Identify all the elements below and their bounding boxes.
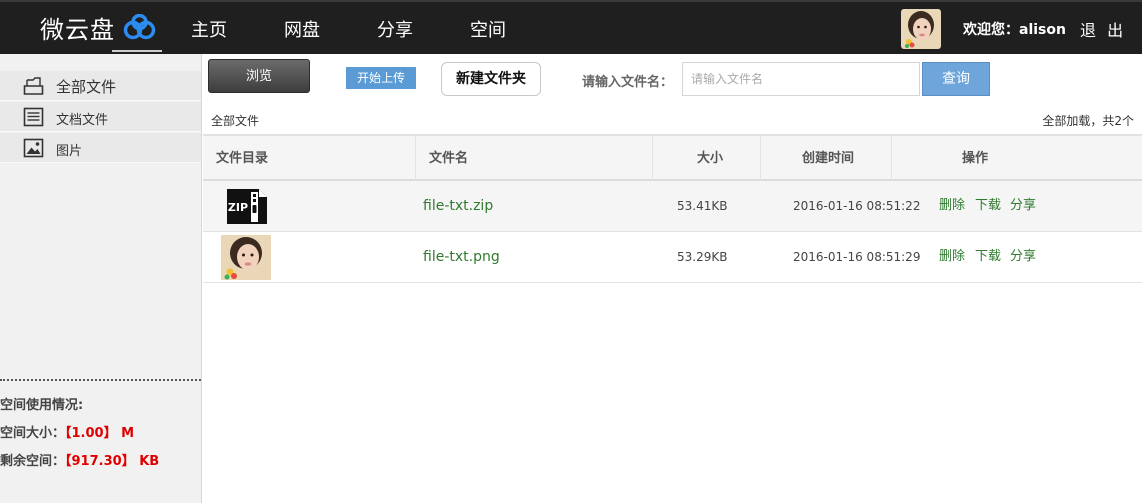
header-filename: 文件名	[416, 136, 653, 181]
welcome-text: 欢迎您：alison	[963, 22, 1066, 38]
usage-free: 剩余空间：【917.30】 KB	[0, 450, 159, 469]
usage-free-value: 【917.30】 KB	[65, 454, 160, 469]
header-size: 大小	[653, 136, 761, 181]
cloud-chain-icon	[123, 14, 156, 40]
breadcrumb-current[interactable]: 全部文件	[211, 112, 259, 129]
svg-text:ZIP: ZIP	[228, 201, 248, 214]
sidebar-item-label: 图片	[56, 144, 83, 159]
delete-link[interactable]: 删除	[939, 232, 965, 282]
nav-netdisk[interactable]: 网盘	[284, 16, 320, 42]
file-created-time: 2016-01-16 08:51:22	[793, 199, 921, 213]
file-name-link[interactable]: file-txt.zip	[423, 181, 493, 231]
nav-share[interactable]: 分享	[377, 16, 413, 42]
usage-size-value: 【1.00】 M	[65, 426, 135, 441]
file-created-time: 2016-01-16 08:51:29	[793, 250, 921, 264]
query-button[interactable]: 查询	[922, 62, 990, 96]
document-icon	[23, 107, 44, 127]
new-folder-button[interactable]: 新建文件夹	[441, 62, 541, 96]
folder-icon	[23, 77, 44, 95]
sidebar-item-all-files[interactable]: 全部文件	[0, 71, 201, 101]
start-upload-button[interactable]: 开始上传	[346, 67, 416, 89]
breadcrumb: 全部文件 全部加载，共2个	[203, 104, 1142, 134]
file-size: 53.41KB	[677, 199, 728, 213]
delete-link[interactable]: 删除	[939, 181, 965, 231]
filename-search-input[interactable]	[682, 62, 920, 96]
table-header: 文件目录 文件名 大小 创建时间 操作	[203, 134, 1142, 181]
file-count-summary: 全部加载，共2个	[1042, 114, 1134, 128]
logout-button[interactable]: 退 出	[1080, 17, 1126, 41]
header-directory: 文件目录	[203, 136, 416, 181]
nav-home[interactable]: 主页	[191, 16, 227, 42]
file-name-link[interactable]: file-txt.png	[423, 232, 500, 282]
usage-free-label: 剩余空间：	[0, 454, 66, 469]
browse-button[interactable]: 浏览	[208, 59, 310, 93]
download-link[interactable]: 下载	[975, 232, 1001, 282]
share-link[interactable]: 分享	[1010, 232, 1036, 282]
usage-title: 空间使用情况:	[0, 398, 84, 413]
sidebar-item-images[interactable]: 图片	[0, 133, 201, 163]
usage-size: 空间大小：【1.00】 M	[0, 422, 134, 441]
sidebar-item-documents[interactable]: 文档文件	[0, 102, 201, 132]
header-actions: 操作	[962, 151, 989, 166]
table-row: file-txt.png 53.29KB 2016-01-16 08:51:29…	[203, 232, 1142, 283]
usage-divider	[0, 379, 201, 381]
sidebar: 全部文件 文档文件 图片 空间使用情况: 空间大小：【1.00】 M 剩余空间：…	[0, 54, 202, 503]
brand-name[interactable]: 微云盘	[40, 10, 115, 45]
file-size: 53.29KB	[677, 250, 728, 264]
brand-underline	[112, 50, 162, 52]
sidebar-item-label: 全部文件	[56, 78, 117, 96]
zip-file-icon[interactable]: ZIP	[223, 184, 273, 229]
file-table: 文件目录 文件名 大小 创建时间 操作 ZIP file-txt.zip 53.…	[203, 134, 1142, 283]
usage-size-label: 空间大小：	[0, 426, 66, 441]
avatar[interactable]	[901, 9, 941, 49]
nav-space[interactable]: 空间	[470, 16, 506, 42]
image-thumbnail[interactable]	[221, 235, 271, 280]
table-row: ZIP file-txt.zip 53.41KB 2016-01-16 08:5…	[203, 181, 1142, 232]
download-link[interactable]: 下载	[975, 181, 1001, 231]
image-icon	[23, 138, 44, 158]
share-link[interactable]: 分享	[1010, 181, 1036, 231]
top-navbar: 微云盘 主页 网盘 分享 空间 欢迎您：alison 退 出	[0, 0, 1142, 54]
search-label: 请输入文件名：	[582, 75, 674, 90]
header-created: 创建时间	[761, 136, 892, 181]
sidebar-item-label: 文档文件	[56, 113, 109, 128]
